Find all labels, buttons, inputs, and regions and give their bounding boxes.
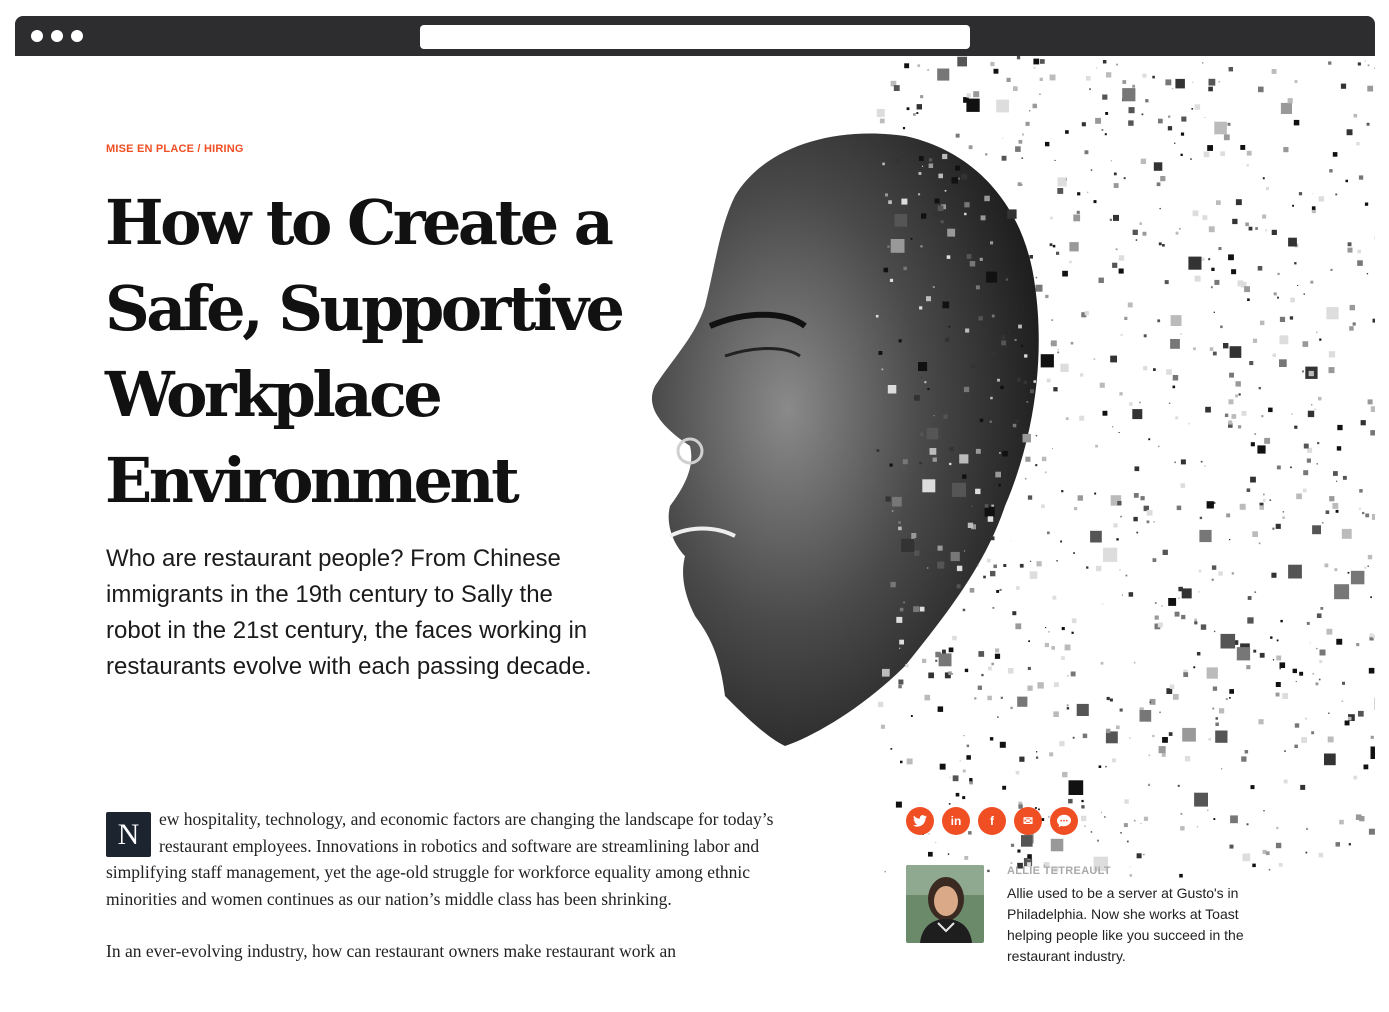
share-twitter-button[interactable] <box>906 807 934 835</box>
article-body: New hospitality, technology, and economi… <box>106 806 786 991</box>
author-name[interactable]: ALLIE TETREAULT <box>1007 865 1287 877</box>
author-bio: Allie used to be a server at Gusto's in … <box>1007 885 1244 964</box>
share-linkedin-button[interactable]: in <box>942 807 970 835</box>
category-link[interactable]: MISE EN PLACE <box>106 143 194 155</box>
window-dot-icon[interactable] <box>51 30 63 42</box>
breadcrumb-separator: / <box>194 143 204 155</box>
share-message-button[interactable] <box>1050 807 1078 835</box>
share-email-button[interactable]: ✉ <box>1014 807 1042 835</box>
author-avatar <box>906 865 984 943</box>
article-page: MISE EN PLACE / HIRING How to Create a S… <box>15 56 1375 1012</box>
paragraph-text: ew hospitality, technology, and economic… <box>106 809 774 909</box>
window-dot-icon[interactable] <box>71 30 83 42</box>
twitter-icon <box>913 815 927 827</box>
facebook-icon: f <box>990 814 994 828</box>
article-dek: Who are restaurant people? From Chinese … <box>106 545 592 680</box>
breadcrumb: MISE EN PLACE / HIRING <box>106 143 244 155</box>
address-bar[interactable] <box>420 25 970 49</box>
browser-toolbar <box>15 16 1375 56</box>
article-title: How to Create a Safe, Supportive Workpla… <box>105 186 625 517</box>
window-controls <box>31 30 83 42</box>
share-bar: in f ✉ <box>906 807 1078 835</box>
share-facebook-button[interactable]: f <box>978 807 1006 835</box>
email-icon: ✉ <box>1022 814 1034 828</box>
subcategory-link[interactable]: HIRING <box>204 143 244 155</box>
drop-cap: N <box>106 812 151 857</box>
body-paragraph: In an ever-evolving industry, how can re… <box>106 941 676 961</box>
body-paragraph: New hospitality, technology, and economi… <box>106 806 786 912</box>
hero-portrait-image <box>651 56 1375 878</box>
window-dot-icon[interactable] <box>31 30 43 42</box>
linkedin-icon: in <box>950 814 962 828</box>
message-icon <box>1057 814 1071 828</box>
